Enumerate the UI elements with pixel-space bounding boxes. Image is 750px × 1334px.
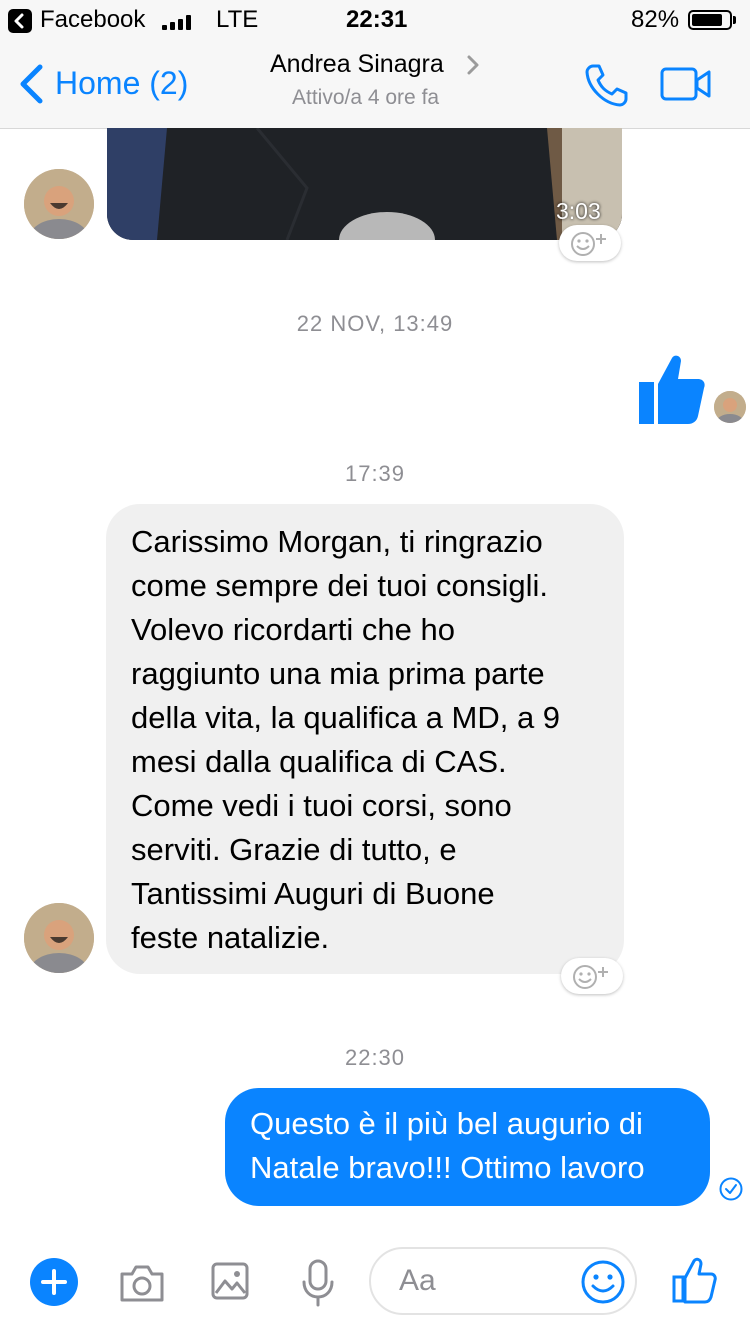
emoji-plus-icon: [573, 965, 608, 989]
contact-status: Attivo/a 4 ore fa: [292, 86, 440, 109]
video-duration: 3:03: [556, 198, 601, 224]
contact-name[interactable]: Andrea Sinagra: [270, 50, 444, 79]
microphone-icon[interactable]: [300, 1258, 336, 1313]
seen-by-avatar: [714, 391, 746, 423]
contact-avatar[interactable]: [24, 903, 94, 973]
chevron-left-icon[interactable]: [16, 63, 46, 110]
contact-avatar[interactable]: [24, 169, 94, 239]
status-bar: Facebook LTE 22:31 82%: [0, 0, 750, 40]
add-reaction-button[interactable]: [561, 958, 623, 994]
signal-strength-icon: [162, 14, 198, 30]
message-input-placeholder[interactable]: Aa: [399, 1264, 436, 1298]
plus-icon[interactable]: [30, 1258, 78, 1311]
timestamp-divider: 17:39: [344, 461, 406, 486]
video-message-thumbnail[interactable]: [107, 128, 622, 240]
timestamp-divider: 22:30: [344, 1045, 406, 1070]
back-app-label[interactable]: Facebook: [40, 6, 145, 34]
emoji-plus-icon: [571, 232, 606, 256]
image-icon[interactable]: [210, 1261, 250, 1306]
battery-cap: [733, 16, 736, 24]
add-reaction-button[interactable]: [559, 225, 621, 261]
emoji-icon[interactable]: [580, 1259, 626, 1310]
phone-icon[interactable]: [584, 62, 630, 113]
timestamp-divider: 22 NOV, 13:49: [296, 311, 454, 336]
video-camera-icon[interactable]: [659, 66, 713, 107]
chevron-right-icon[interactable]: [466, 54, 480, 81]
network-label: LTE: [216, 6, 259, 33]
back-button[interactable]: Home (2): [55, 65, 188, 102]
thumbs-up-icon[interactable]: [670, 1256, 718, 1309]
incoming-message-bubble[interactable]: Carissimo Morgan, ti ringrazio come semp…: [106, 504, 624, 974]
battery-percentage: 82%: [631, 6, 680, 33]
clock: 22:31: [346, 6, 408, 33]
outgoing-message-bubble[interactable]: Questo è il più bel augurio di Natale br…: [225, 1088, 710, 1206]
back-to-app-icon[interactable]: [8, 9, 32, 33]
battery-icon: [688, 10, 732, 30]
sent-checkmark-icon: [718, 1176, 744, 1207]
thumbs-up-sticker[interactable]: [636, 352, 708, 431]
camera-icon[interactable]: [118, 1262, 166, 1309]
